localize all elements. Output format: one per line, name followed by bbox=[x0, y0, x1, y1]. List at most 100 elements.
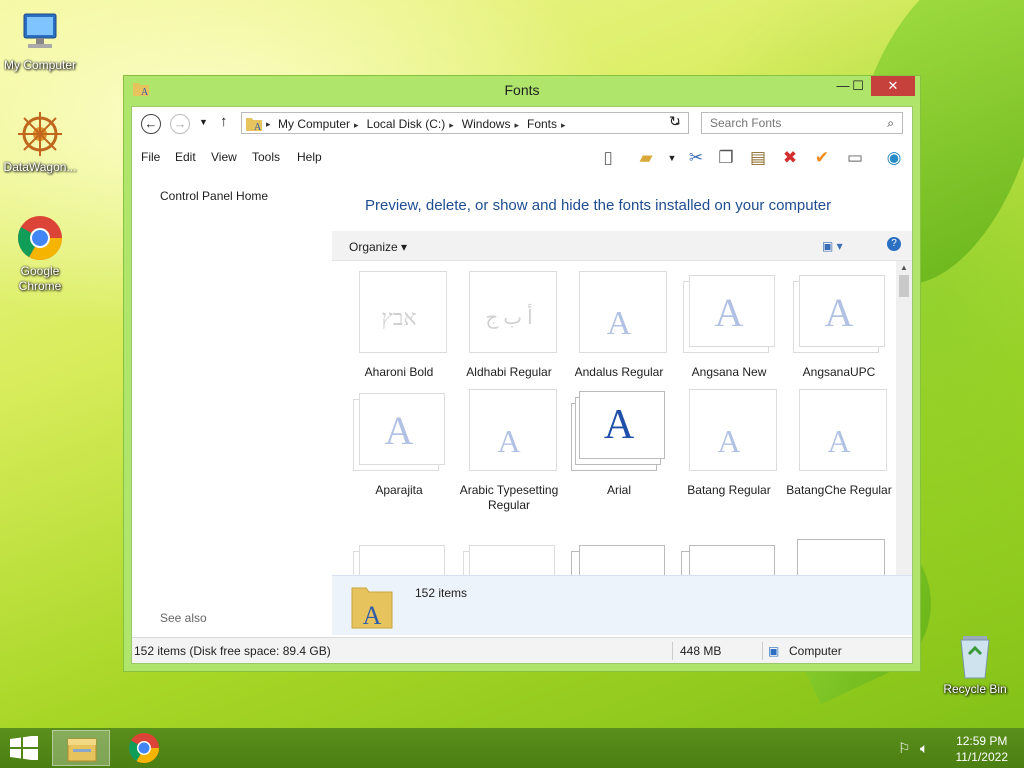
breadcrumb-separator[interactable]: ▸ bbox=[514, 120, 519, 131]
breadcrumb-fonts[interactable]: Fonts bbox=[527, 117, 557, 131]
breadcrumb-separator[interactable]: ▸ bbox=[561, 120, 566, 131]
status-divider bbox=[762, 642, 763, 660]
font-name: Aharoni Bold bbox=[364, 365, 434, 379]
layout-pane-icon[interactable]: ▯ bbox=[596, 147, 620, 169]
recycle-bin-icon bbox=[955, 632, 995, 680]
taskbar-chrome[interactable] bbox=[115, 730, 173, 766]
font-preview-icon: A bbox=[571, 271, 667, 353]
font-tile[interactable]: A Aparajita bbox=[344, 389, 454, 498]
breadcrumb: My Computer ▸ Local Disk (C:) ▸ Windows ▸ Font… bbox=[278, 117, 574, 131]
menu-edit[interactable]: Edit bbox=[175, 150, 196, 164]
menu-view[interactable]: View bbox=[211, 150, 237, 164]
paste-icon[interactable]: ▤ bbox=[746, 147, 770, 169]
menu-bar: File Edit View Tools Help ▯ ▰ ▼ ✂ ❐ ▤ ✖ … bbox=[132, 143, 912, 171]
font-tile[interactable]: A Angsana New bbox=[674, 271, 784, 380]
address-folder-icon: A bbox=[245, 115, 263, 136]
details-pane: A 152 items bbox=[332, 575, 912, 635]
desktop-icon-label: DataWagon... bbox=[3, 160, 77, 174]
desktop-icon-label: Recycle Bin bbox=[943, 682, 1007, 696]
search-input[interactable] bbox=[710, 113, 880, 133]
item-count: 152 items bbox=[415, 586, 468, 600]
font-tile[interactable]: A Arial bbox=[564, 389, 674, 498]
breadcrumb-separator[interactable]: ▸ bbox=[449, 120, 454, 131]
start-button[interactable] bbox=[10, 735, 38, 763]
font-name: Aparajita bbox=[375, 483, 423, 497]
desktop-icon-datawagon[interactable]: DataWagon... bbox=[0, 110, 80, 175]
forward-button[interactable]: → bbox=[170, 114, 190, 134]
computer-icon: ▣ bbox=[768, 644, 780, 658]
control-panel-home-link[interactable]: Control Panel Home bbox=[160, 189, 268, 203]
globe-icon[interactable]: ◉ bbox=[882, 147, 906, 169]
recent-locations-dropdown[interactable]: ▼ bbox=[199, 117, 208, 127]
font-tile[interactable]: A Andalus Regular bbox=[564, 271, 674, 380]
address-bar[interactable]: A ▸ My Computer ▸ Local Disk (C:) ▸ Windows ▸… bbox=[241, 112, 689, 134]
font-preview-icon: A bbox=[351, 389, 447, 471]
font-preview-icon: אבץ bbox=[351, 271, 447, 353]
font-tile[interactable]: A Batang Regular bbox=[674, 389, 784, 498]
font-tile[interactable]: A AngsanaUPC bbox=[784, 271, 894, 380]
chrome-icon bbox=[128, 733, 159, 764]
title-bar[interactable]: A Fonts — ☐ ✕ bbox=[124, 76, 920, 104]
command-bar: Organize ▾ ▣ ▾ ? bbox=[332, 231, 912, 261]
system-clock[interactable]: 12:59 PM 11/1/2022 bbox=[956, 733, 1009, 765]
font-tile[interactable]: אבץ Aharoni Bold bbox=[344, 271, 454, 380]
breadcrumb-separator[interactable]: ▸ bbox=[354, 120, 359, 131]
help-icon[interactable]: ? bbox=[887, 237, 901, 251]
network-icon[interactable]: ⚐ bbox=[898, 740, 911, 757]
volume-icon[interactable]: 🔈︎ bbox=[920, 740, 928, 757]
desktop-icon-my-computer[interactable]: My Computer bbox=[0, 8, 80, 73]
menu-tools[interactable]: Tools bbox=[252, 150, 280, 164]
taskbar: ⚐ 🔈︎ 12:59 PM 11/1/2022 bbox=[0, 728, 1024, 768]
breadcrumb-separator[interactable]: ▸ bbox=[266, 119, 271, 130]
desktop-icon-recycle-bin[interactable]: Recycle Bin bbox=[935, 632, 1015, 697]
up-button[interactable]: ↑ bbox=[220, 113, 228, 130]
view-options-icon[interactable]: ▣ ▾ bbox=[822, 239, 843, 253]
font-preview-icon: A bbox=[681, 271, 777, 353]
properties-icon[interactable]: ▭ bbox=[843, 147, 867, 169]
cut-icon[interactable]: ✂ bbox=[684, 147, 708, 169]
scroll-up-arrow[interactable]: ▲ bbox=[896, 263, 912, 272]
organize-button[interactable]: Organize ▾ bbox=[349, 240, 407, 254]
checkmark-icon[interactable]: ✔ bbox=[810, 147, 834, 169]
font-name: Arial bbox=[606, 483, 631, 497]
taskbar-file-explorer[interactable] bbox=[52, 730, 110, 766]
menu-help[interactable]: Help bbox=[297, 150, 322, 164]
status-divider bbox=[672, 642, 673, 660]
clock-time: 12:59 PM bbox=[956, 734, 1008, 748]
font-preview-icon: أ ب ج bbox=[461, 271, 557, 353]
copy-icon[interactable]: ❐ bbox=[714, 147, 738, 169]
close-button[interactable]: ✕ bbox=[871, 76, 915, 96]
delete-icon[interactable]: ✖ bbox=[778, 147, 802, 169]
font-preview-icon: A bbox=[461, 389, 557, 471]
vertical-scrollbar[interactable]: ▲ ▼ bbox=[896, 261, 912, 589]
font-tile[interactable]: أ ب ج Aldhabi Regular bbox=[454, 271, 564, 380]
back-button[interactable]: ← bbox=[141, 114, 161, 134]
refresh-icon[interactable]: ↻ bbox=[669, 113, 681, 130]
desktop-icon-google-chrome[interactable]: Google Chrome bbox=[0, 214, 80, 294]
page-heading: Preview, delete, or show and hide the fo… bbox=[365, 197, 832, 214]
see-also-label: See also bbox=[160, 611, 207, 625]
desktop-icon-label: My Computer bbox=[3, 58, 77, 72]
maximize-button[interactable]: ☐ bbox=[844, 76, 872, 96]
window-content: ← → ▼ ↑ A ▸ My Computer ▸ Local Disk (C:) ▸… bbox=[131, 106, 913, 664]
breadcrumb-windows[interactable]: Windows bbox=[462, 117, 511, 131]
main-pane: Preview, delete, or show and hide the fo… bbox=[332, 173, 912, 635]
windows-logo-icon bbox=[10, 735, 38, 761]
menu-file[interactable]: File bbox=[141, 150, 160, 164]
font-preview-icon: A bbox=[681, 389, 777, 471]
folder-check-icon[interactable]: ▰ bbox=[634, 147, 658, 169]
font-name: Andalus Regular bbox=[574, 365, 664, 379]
window-title: Fonts bbox=[504, 82, 540, 98]
search-icon[interactable]: ⌕ bbox=[887, 116, 894, 131]
breadcrumb-local-disk[interactable]: Local Disk (C:) bbox=[367, 117, 446, 131]
status-bar: 152 items (Disk free space: 89.4 GB) 448… bbox=[132, 637, 912, 663]
font-name: AngsanaUPC bbox=[802, 365, 876, 379]
breadcrumb-my-computer[interactable]: My Computer bbox=[278, 117, 350, 131]
clock-date: 11/1/2022 bbox=[955, 750, 1009, 764]
dropdown-arrow-icon[interactable]: ▼ bbox=[660, 147, 684, 169]
font-tile[interactable]: A BatangChe Regular bbox=[784, 389, 894, 498]
scroll-thumb[interactable] bbox=[899, 275, 909, 297]
chrome-icon bbox=[16, 214, 64, 262]
font-tile[interactable]: A Arabic Typesetting Regular bbox=[454, 389, 564, 513]
font-name: Arabic Typesetting Regular bbox=[459, 483, 559, 512]
